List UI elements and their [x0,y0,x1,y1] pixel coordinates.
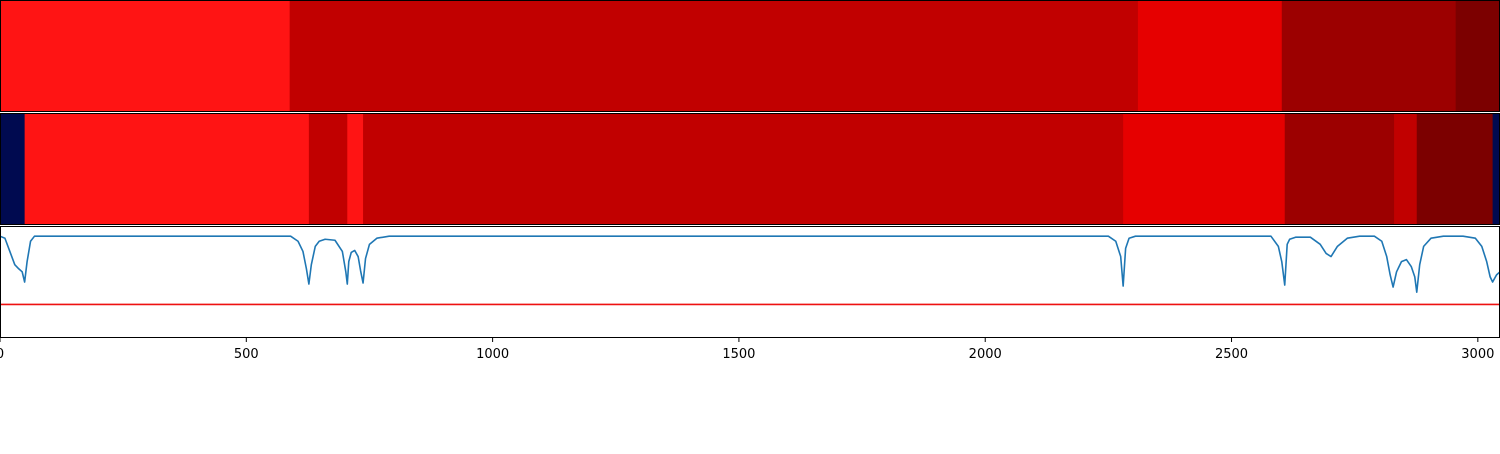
heatmap-cell-4 [363,113,1124,225]
heatmap-cell-3 [1281,0,1457,112]
x-tick-label-1000: 1000 [476,347,509,362]
heatmap-cell-2 [308,113,348,225]
heatmap-cell-0 [0,113,26,225]
heatmap-cell-3 [347,113,364,225]
chart-canvas: 0 500 1000 1500 2000 2500 3000 [0,0,1500,362]
heatmap-cell-0 [0,0,291,112]
heatmap-cell-8 [1416,113,1494,225]
heatmap-cell-2 [1137,0,1283,112]
x-tick-label-2500: 2500 [1215,347,1248,362]
x-tick-label-0: 0 [0,347,4,362]
heatmap-cell-6 [1284,113,1395,225]
line-panel [0,226,1500,338]
heatmap-cell-9 [1492,113,1500,225]
x-axis: 0 500 1000 1500 2000 2500 3000 [0,338,1494,362]
chart-figure: 0 500 1000 1500 2000 2500 3000 [0,0,1500,450]
x-tick-label-500: 500 [234,347,259,362]
x-tick-label-2000: 2000 [969,347,1002,362]
heatmap-cell-1 [24,113,310,225]
heatmap-cell-1 [289,0,1139,112]
heatmap-cell-7 [1394,113,1418,225]
x-tick-label-1500: 1500 [722,347,755,362]
heatmap-cell-4 [1455,0,1500,112]
heatmap-cell-5 [1123,113,1286,225]
heatmap-top [0,0,1500,112]
x-tick-label-3000: 3000 [1461,347,1494,362]
heatmap-middle [0,113,1500,225]
